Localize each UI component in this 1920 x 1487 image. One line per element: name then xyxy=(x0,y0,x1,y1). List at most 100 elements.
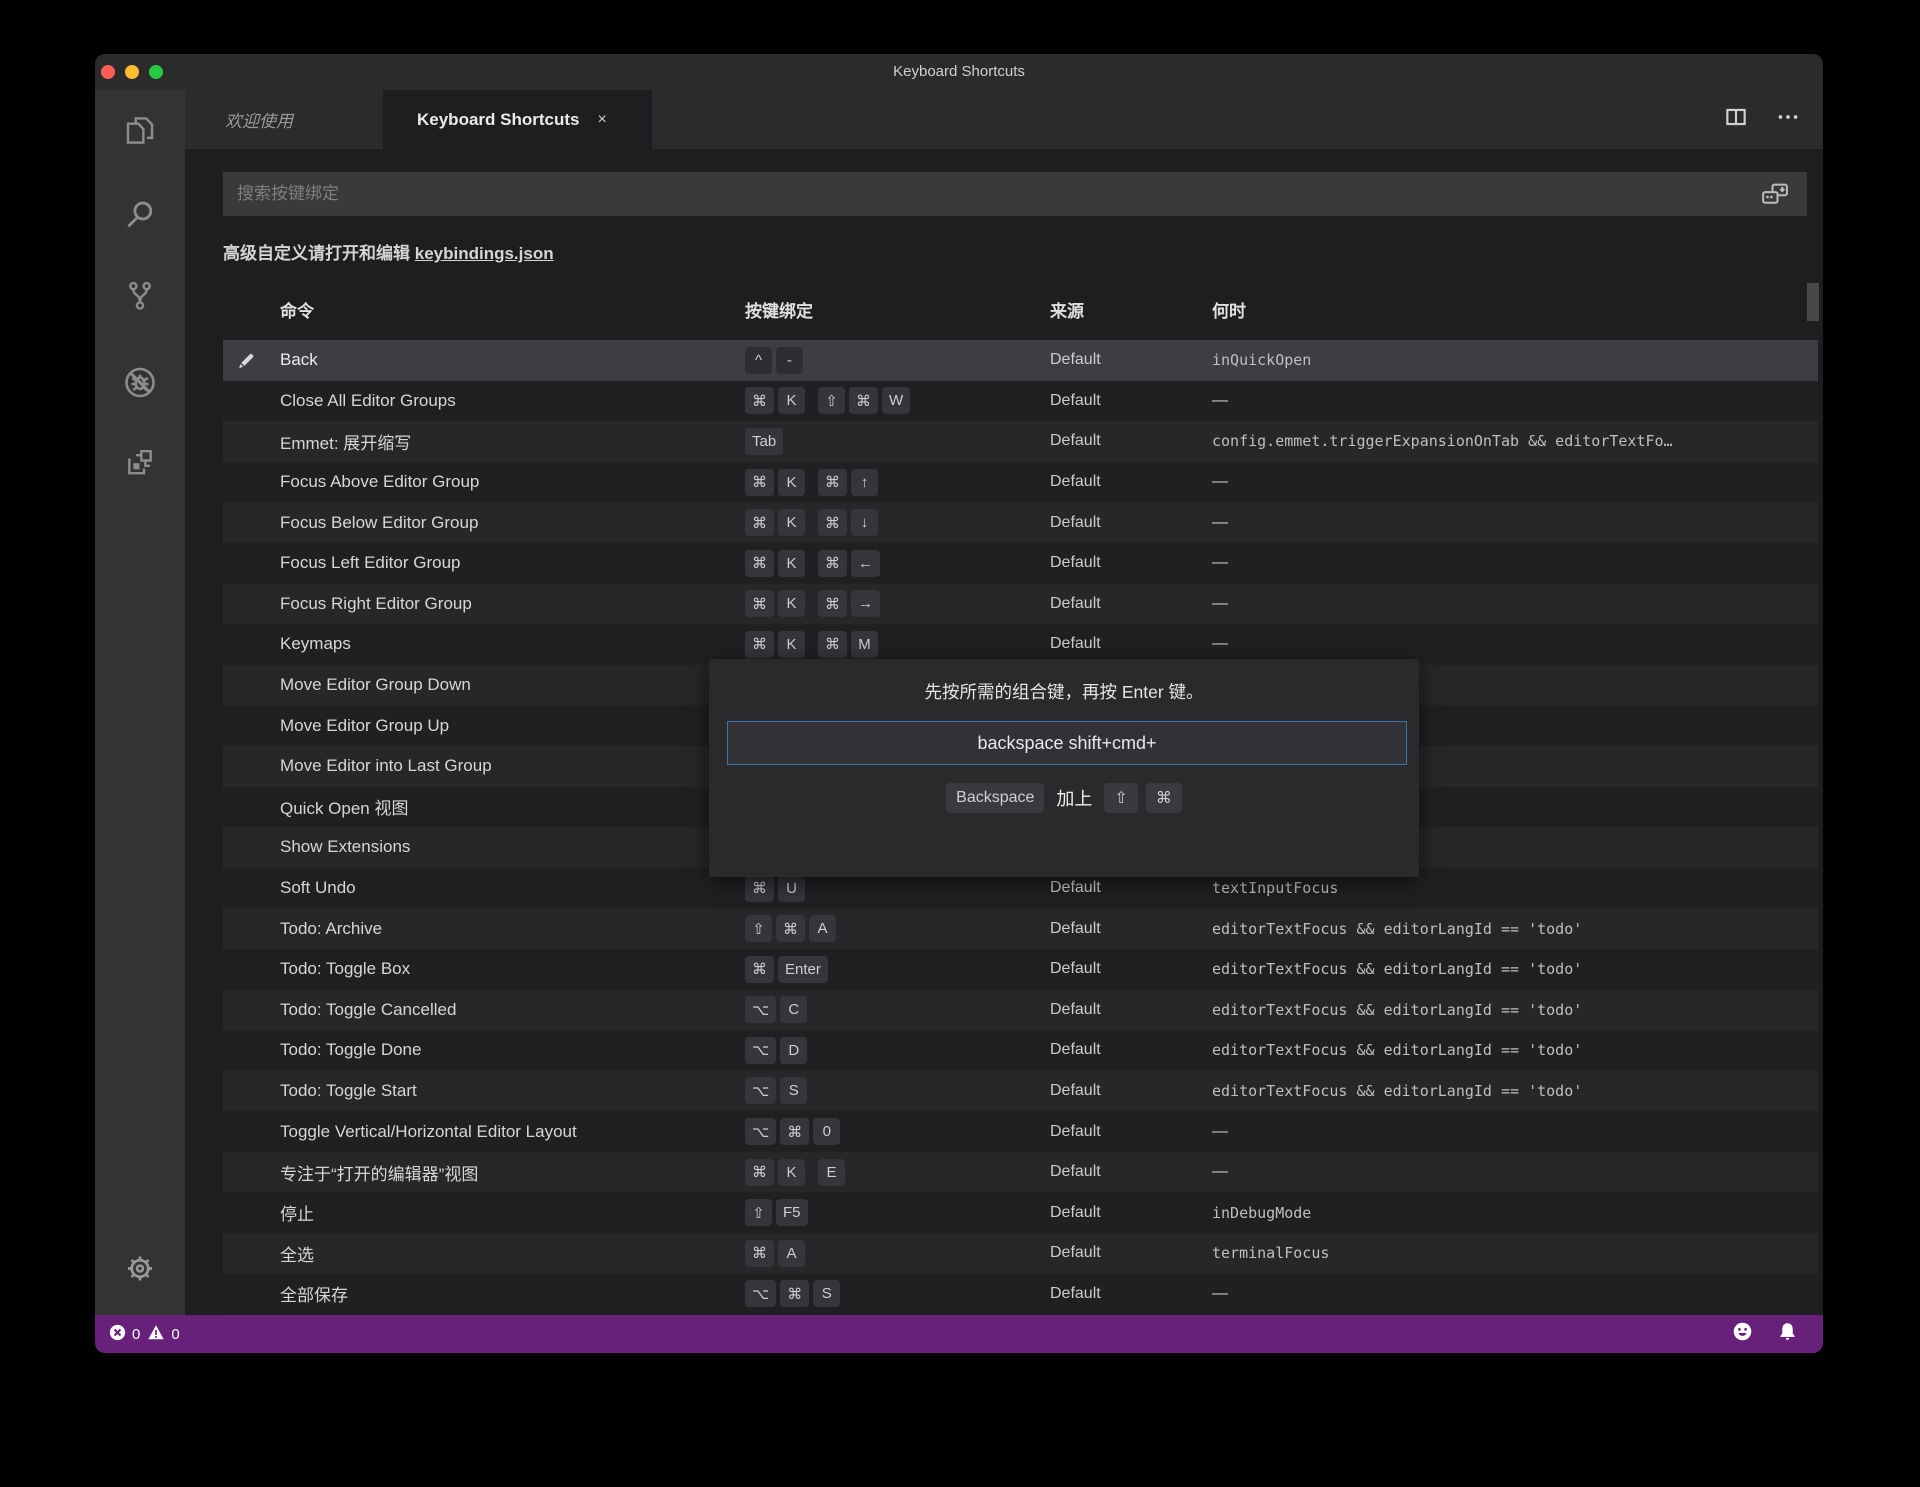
command-label: Todo: Toggle Box xyxy=(280,949,410,990)
keycap: Backspace xyxy=(946,783,1044,813)
search-input[interactable] xyxy=(223,172,1807,216)
explorer-icon[interactable] xyxy=(123,114,157,153)
table-row[interactable]: Close All Editor Groups⌘K⇧⌘WDefault— xyxy=(223,381,1818,422)
record-keys-icon[interactable] xyxy=(1753,177,1797,211)
command-label: Todo: Archive xyxy=(280,908,382,949)
source-label: Default xyxy=(1050,1274,1101,1315)
command-label: 专注于“打开的编辑器”视图 xyxy=(280,1152,478,1193)
table-row[interactable]: 全部保存⌥⌘SDefault— xyxy=(223,1274,1818,1315)
keycap: C xyxy=(780,996,807,1023)
table-row[interactable]: Todo: Toggle Start⌥SDefaulteditorTextFoc… xyxy=(223,1071,1818,1112)
source-label: Default xyxy=(1050,1030,1101,1071)
keycap: A xyxy=(809,915,836,942)
keybinding-input[interactable] xyxy=(727,721,1407,765)
source-label: Default xyxy=(1050,340,1101,381)
keycap: F5 xyxy=(776,1199,808,1226)
table-row[interactable]: Focus Right Editor Group⌘K⌘→Default— xyxy=(223,584,1818,625)
debug-disabled-icon[interactable] xyxy=(122,365,158,406)
keycap: ⌘ xyxy=(745,1240,774,1267)
tab-keyboard-shortcuts[interactable]: Keyboard Shortcuts × xyxy=(383,90,652,149)
notifications-bell-icon[interactable] xyxy=(1778,1322,1797,1346)
close-tab-icon[interactable]: × xyxy=(597,111,606,129)
source-label: Default xyxy=(1050,462,1101,503)
extensions-icon[interactable] xyxy=(124,447,156,484)
split-editor-icon[interactable] xyxy=(1723,104,1749,135)
when-clause: — xyxy=(1212,381,1228,422)
command-label: Focus Right Editor Group xyxy=(280,584,472,625)
keybinding-keys: ⌘K⌘→ xyxy=(745,584,880,625)
source-label: Default xyxy=(1050,381,1101,422)
keycap: ⌘ xyxy=(818,590,847,617)
table-row[interactable]: Toggle Vertical/Horizontal Editor Layout… xyxy=(223,1111,1818,1152)
keybindings-editor: 高级自定义请打开和编辑 keybindings.json 命令 按键绑定 来源 … xyxy=(185,149,1823,1315)
when-clause: config.emmet.triggerExpansionOnTab && ed… xyxy=(1212,421,1673,462)
table-row[interactable]: Focus Above Editor Group⌘K⌘↑Default— xyxy=(223,462,1818,503)
keycap: ⌘ xyxy=(818,550,847,577)
when-clause: — xyxy=(1212,502,1228,543)
source-label: Default xyxy=(1050,543,1101,584)
table-row[interactable]: Emmet: 展开缩写TabDefaultconfig.emmet.trigge… xyxy=(223,421,1818,462)
keybinding-keys: ⌥C xyxy=(745,990,807,1031)
dialog-prompt: 先按所需的组合键，再按 Enter 键。 xyxy=(709,679,1419,704)
column-header-keybinding: 按键绑定 xyxy=(745,295,813,329)
keybinding-keys: ⌥⌘0 xyxy=(745,1111,840,1152)
table-row[interactable]: Todo: Toggle Box⌘EnterDefaulteditorTextF… xyxy=(223,949,1818,990)
keybinding-keys: ⌥⌘S xyxy=(745,1274,840,1315)
keybinding-keys: Tab xyxy=(745,421,783,462)
command-label: Move Editor into Last Group xyxy=(280,746,492,787)
keycap: K xyxy=(778,387,805,414)
title-bar: Keyboard Shortcuts xyxy=(95,54,1823,90)
keycap: ⌥ xyxy=(745,1077,776,1104)
warning-status[interactable]: 0 xyxy=(147,1324,179,1345)
hint-text: 高级自定义请打开和编辑 xyxy=(223,244,415,263)
source-label: Default xyxy=(1050,1192,1101,1233)
warning-count: 0 xyxy=(171,1326,179,1343)
keycap: ⇧ xyxy=(1104,783,1137,813)
when-clause: terminalFocus xyxy=(1212,1233,1329,1274)
table-row[interactable]: Todo: Toggle Cancelled⌥CDefaulteditorTex… xyxy=(223,990,1818,1031)
table-row[interactable]: 全选⌘ADefaultterminalFocus xyxy=(223,1233,1818,1274)
more-actions-icon[interactable] xyxy=(1775,104,1801,135)
source-label: Default xyxy=(1050,1111,1101,1152)
column-header-command: 命令 xyxy=(280,295,314,329)
keycap: ^ xyxy=(745,347,772,374)
vertical-scrollbar[interactable] xyxy=(1807,283,1819,321)
table-row[interactable]: Back^-DefaultinQuickOpen xyxy=(223,340,1818,381)
keycap: Enter xyxy=(778,956,828,983)
keycap: → xyxy=(851,590,880,617)
keycap: S xyxy=(813,1280,840,1307)
keycap: D xyxy=(780,1037,807,1064)
tab-welcome[interactable]: 欢迎使用 xyxy=(185,90,383,149)
search-icon[interactable] xyxy=(123,198,157,237)
tab-active-label: Keyboard Shortcuts xyxy=(417,110,579,130)
when-clause: editorTextFocus && editorLangId == 'todo… xyxy=(1212,1030,1582,1071)
keycap: Tab xyxy=(745,428,783,455)
keybinding-keys: ⇧⌘A xyxy=(745,908,836,949)
keycap: A xyxy=(778,1240,805,1267)
error-status[interactable]: 0 xyxy=(109,1324,140,1345)
source-label: Default xyxy=(1050,421,1101,462)
table-row[interactable]: Focus Left Editor Group⌘K⌘←Default— xyxy=(223,543,1818,584)
keycap: K xyxy=(778,509,805,536)
feedback-smiley-icon[interactable] xyxy=(1733,1322,1752,1346)
keycap: ↑ xyxy=(851,469,878,496)
table-row[interactable]: 专注于“打开的编辑器”视图⌘KEDefault— xyxy=(223,1152,1818,1193)
keycap: ⌘ xyxy=(745,875,774,902)
source-label: Default xyxy=(1050,949,1101,990)
source-control-icon[interactable] xyxy=(124,280,156,317)
table-row[interactable]: Focus Below Editor Group⌘K⌘↓Default— xyxy=(223,502,1818,543)
keybindings-json-link[interactable]: keybindings.json xyxy=(415,244,554,263)
keybinding-keys: ⌘K⌘← xyxy=(745,543,880,584)
table-row[interactable]: 停止⇧F5DefaultinDebugMode xyxy=(223,1192,1818,1233)
keycap: ⌘ xyxy=(745,509,774,536)
edit-pencil-icon[interactable] xyxy=(233,340,259,381)
keybinding-keys: ⌥D xyxy=(745,1030,807,1071)
keybinding-keys: ⌘K⌘↓ xyxy=(745,502,878,543)
source-label: Default xyxy=(1050,990,1101,1031)
keybinding-keys: ⌘A xyxy=(745,1233,805,1274)
table-row[interactable]: Todo: Toggle Done⌥DDefaulteditorTextFocu… xyxy=(223,1030,1818,1071)
gear-icon[interactable] xyxy=(124,1253,156,1290)
table-row[interactable]: Todo: Archive⇧⌘ADefaulteditorTextFocus &… xyxy=(223,908,1818,949)
keycap: ⌘ xyxy=(780,1280,809,1307)
source-label: Default xyxy=(1050,502,1101,543)
